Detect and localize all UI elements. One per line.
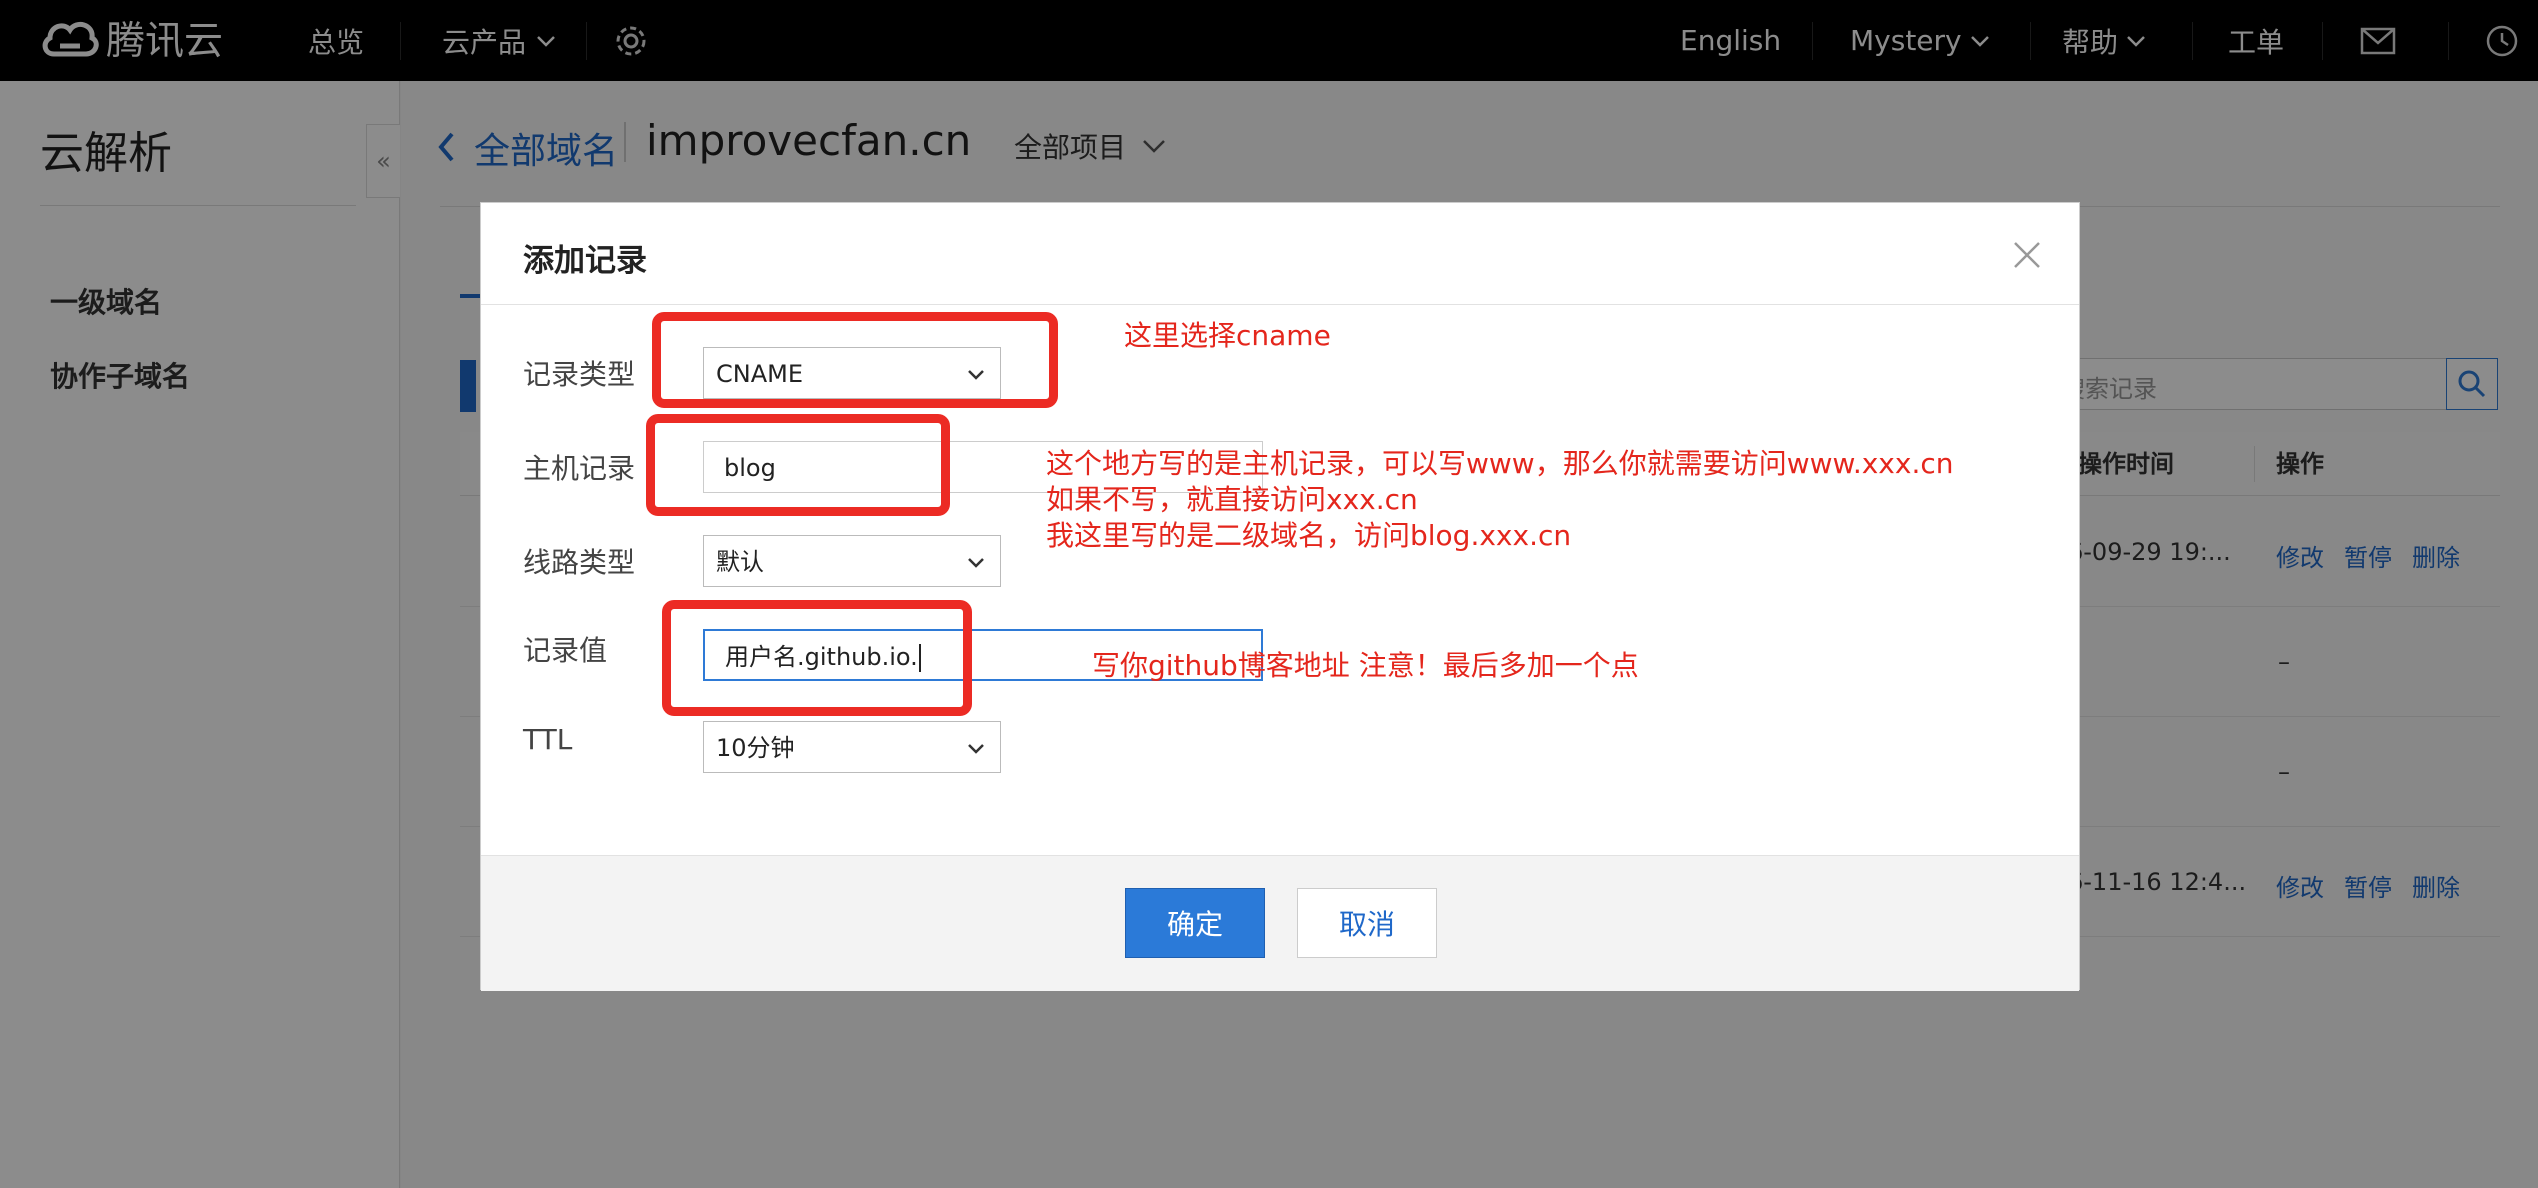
chevron-down-icon bbox=[968, 558, 984, 568]
annotation-host-note-3: 我这里写的是二级域名，访问blog.xxx.cn bbox=[1046, 519, 1572, 552]
confirm-button[interactable]: 确定 bbox=[1125, 888, 1265, 958]
cancel-button[interactable]: 取消 bbox=[1297, 888, 1437, 958]
record-type-label: 记录类型 bbox=[523, 358, 636, 391]
line-type-select[interactable]: 默认 bbox=[703, 535, 1001, 587]
dialog-title: 添加记录 bbox=[523, 243, 647, 279]
close-icon[interactable] bbox=[2011, 239, 2043, 271]
ttl-select[interactable]: 10分钟 bbox=[703, 721, 1001, 773]
record-value-label: 记录值 bbox=[523, 634, 608, 667]
ttl-label: TTL bbox=[523, 723, 573, 756]
annotation-host-note-2: 如果不写，就直接访问xxx.cn bbox=[1046, 483, 1418, 516]
annotation-box-host bbox=[646, 414, 950, 516]
annotation-type-note: 这里选择cname bbox=[1124, 319, 1331, 352]
dialog-header: 添加记录 bbox=[481, 203, 2079, 305]
chevron-down-icon bbox=[968, 744, 984, 754]
line-type-label: 线路类型 bbox=[523, 546, 636, 579]
annotation-box-record-value bbox=[662, 600, 972, 716]
annotation-box-record-type bbox=[652, 312, 1058, 408]
host-record-label: 主机记录 bbox=[523, 452, 636, 485]
dialog-footer: 确定 取消 bbox=[481, 855, 2079, 991]
annotation-host-note-1: 这个地方写的是主机记录，可以写www，那么你就需要访问www.xxx.cn bbox=[1046, 447, 1954, 480]
annotation-value-note: 写你github博客地址 注意！最后多加一个点 bbox=[1092, 649, 1639, 682]
